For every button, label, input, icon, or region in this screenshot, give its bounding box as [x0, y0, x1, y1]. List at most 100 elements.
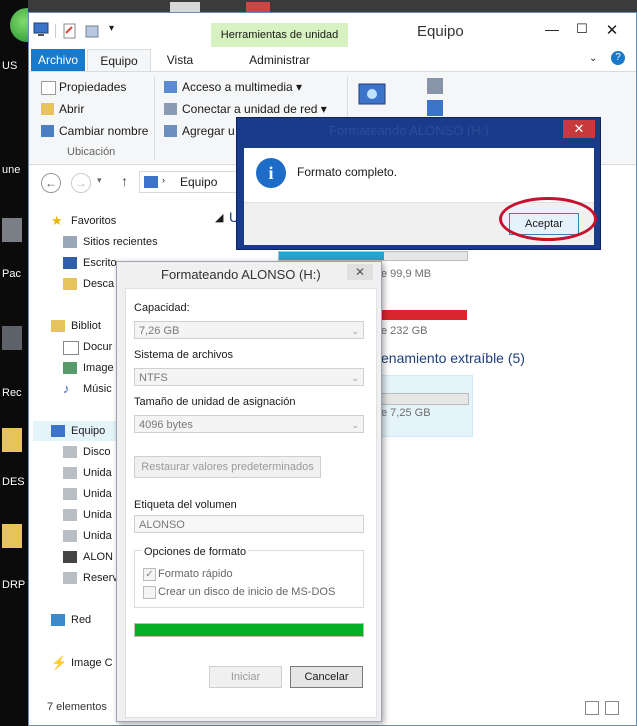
quick-access-dropdown-icon[interactable]: ▾ — [109, 23, 114, 34]
tree-label: Favoritos — [71, 215, 117, 227]
tab-administrar[interactable]: Administrar — [211, 49, 348, 71]
tree-label: Docur — [83, 341, 113, 353]
tab-equipo[interactable]: Equipo — [87, 49, 151, 71]
close-button[interactable]: ✕ — [563, 120, 595, 138]
network-icon — [51, 614, 65, 626]
desktop-label[interactable]: une — [2, 164, 20, 176]
drive-tile-selected[interactable] — [377, 375, 473, 437]
cambiar-nombre-button[interactable]: Cambiar nombre — [39, 122, 148, 140]
section-collapse-icon[interactable]: ◢ — [215, 211, 223, 224]
etiqueta-volumen-input[interactable]: ALONSO — [134, 515, 364, 533]
media-icon — [164, 81, 177, 93]
drive-usage-fill — [279, 252, 385, 260]
desktop-label[interactable]: US — [2, 60, 17, 72]
ms-dos-checkbox[interactable] — [143, 586, 156, 599]
acceso-multimedia-button[interactable]: Acceso a multimedia ▾ — [162, 78, 302, 96]
button-label: Acceso a multimedia — [182, 80, 293, 94]
tree-label: Unida — [83, 488, 112, 500]
desktop-item — [170, 2, 200, 12]
desktop-label[interactable]: DRP — [2, 579, 25, 591]
rename-icon — [41, 125, 54, 137]
desktop-label[interactable]: DES — [2, 476, 25, 488]
folder-icon[interactable] — [2, 524, 22, 548]
format-progress-bar — [134, 623, 364, 637]
desktop-label[interactable]: Rec — [2, 387, 22, 399]
lightning-icon: ⚡ — [51, 655, 68, 670]
up-button[interactable]: ↑ — [121, 173, 128, 189]
music-icon: ♪ — [63, 381, 70, 396]
drive-icon — [63, 488, 77, 500]
dialog-title-bar: Formateando ALONSO (H:) ✕ — [117, 262, 381, 284]
propiedades-button[interactable]: Propiedades — [39, 78, 126, 96]
drive-usage-bar — [278, 251, 468, 261]
breadcrumb-chevron-icon: › — [162, 175, 165, 185]
tree-label: Unida — [83, 530, 112, 542]
sistema-archivos-select[interactable]: NTFS ⌄ — [134, 368, 364, 386]
formato-rapido-checkbox[interactable]: ✓ — [143, 568, 156, 581]
formato-rapido-label: Formato rápido — [158, 568, 233, 580]
new-folder-icon[interactable] — [85, 23, 99, 39]
tree-label: ALON — [83, 551, 113, 563]
pictures-icon — [63, 362, 77, 374]
tamano-unidad-label: Tamaño de unidad de asignación — [134, 396, 296, 408]
computer-icon — [51, 425, 65, 437]
help-icon[interactable]: ? — [611, 51, 625, 65]
control-panel-icon[interactable] — [357, 82, 389, 112]
system-icon[interactable] — [427, 78, 443, 94]
section-header-removable[interactable]: enamiento extraíble (5) — [381, 350, 525, 366]
package-icon[interactable] — [2, 218, 22, 242]
agregar-ubicacion-button[interactable]: Agregar u — [162, 122, 235, 140]
ribbon-collapse-icon[interactable]: ⌄ — [589, 53, 597, 64]
message-text: Formato completo. — [297, 165, 398, 179]
properties-icon[interactable] — [63, 23, 77, 39]
chevron-down-icon: ⌄ — [351, 420, 359, 430]
maximize-button[interactable]: ☐ — [568, 21, 596, 39]
close-button[interactable]: ✕ — [598, 21, 626, 39]
conectar-unidad-button[interactable]: Conectar a unidad de red ▾ — [162, 100, 327, 118]
close-button[interactable]: ✕ — [347, 264, 373, 280]
chevron-down-icon: ⌄ — [351, 326, 359, 336]
tamano-unidad-select[interactable]: 4096 bytes ⌄ — [134, 415, 364, 433]
tab-vista[interactable]: Vista — [153, 49, 207, 71]
desktop-item — [246, 2, 270, 12]
recent-locations-icon[interactable]: ▾ — [97, 175, 102, 186]
title-bar: ▾ Herramientas de unidad Equipo — ☐ ✕ — [29, 13, 636, 47]
drive-icon — [63, 530, 77, 542]
select-value: NTFS — [139, 372, 168, 384]
address-bar[interactable]: › Equipo — [139, 171, 239, 193]
tree-label: Desca — [83, 278, 115, 290]
details-view-icon[interactable] — [585, 701, 599, 715]
minimize-button[interactable]: — — [538, 21, 566, 39]
desktop-top-strip — [28, 0, 637, 12]
tree-label: Escrito — [83, 257, 117, 269]
capacidad-select[interactable]: 7,26 GB ⌄ — [134, 321, 364, 339]
recycle-bin-icon[interactable] — [2, 326, 22, 350]
drive-free-space: e 7,25 GB — [381, 407, 431, 419]
uninstall-icon[interactable] — [427, 100, 443, 116]
breadcrumb[interactable]: Equipo — [180, 175, 217, 189]
tiles-view-icon[interactable] — [605, 701, 619, 715]
desktop-icon — [63, 257, 77, 269]
drive-free-space: e 232 GB — [381, 325, 428, 337]
open-icon — [41, 103, 54, 115]
restaurar-button[interactable]: Restaurar valores predeterminados — [134, 456, 321, 478]
drive-icon — [63, 572, 77, 584]
abrir-button[interactable]: Abrir — [39, 100, 84, 118]
folder-icon[interactable] — [2, 428, 22, 452]
iniciar-button[interactable]: Iniciar — [209, 666, 282, 688]
sistema-archivos-label: Sistema de archivos — [134, 349, 234, 361]
forward-button[interactable]: → — [71, 173, 91, 193]
desktop: US une Pac Rec DES DRP — [0, 0, 44, 726]
documents-icon — [63, 341, 79, 355]
message-title: Formateando ALONSO (H:) — [329, 123, 489, 138]
cancelar-button[interactable]: Cancelar — [290, 666, 363, 688]
contextual-tab-group: Herramientas de unidad — [211, 23, 348, 47]
back-button[interactable]: ← — [41, 173, 61, 193]
usb-drive-icon — [63, 551, 77, 563]
opciones-formato-label: Opciones de formato — [142, 546, 249, 558]
button-label: Conectar a unidad de red — [182, 102, 318, 116]
tab-archivo[interactable]: Archivo — [31, 49, 85, 71]
desktop-label[interactable]: Pac — [2, 268, 21, 280]
etiqueta-volumen-label: Etiqueta del volumen — [134, 499, 237, 511]
status-item-count: 7 elementos — [47, 701, 107, 713]
